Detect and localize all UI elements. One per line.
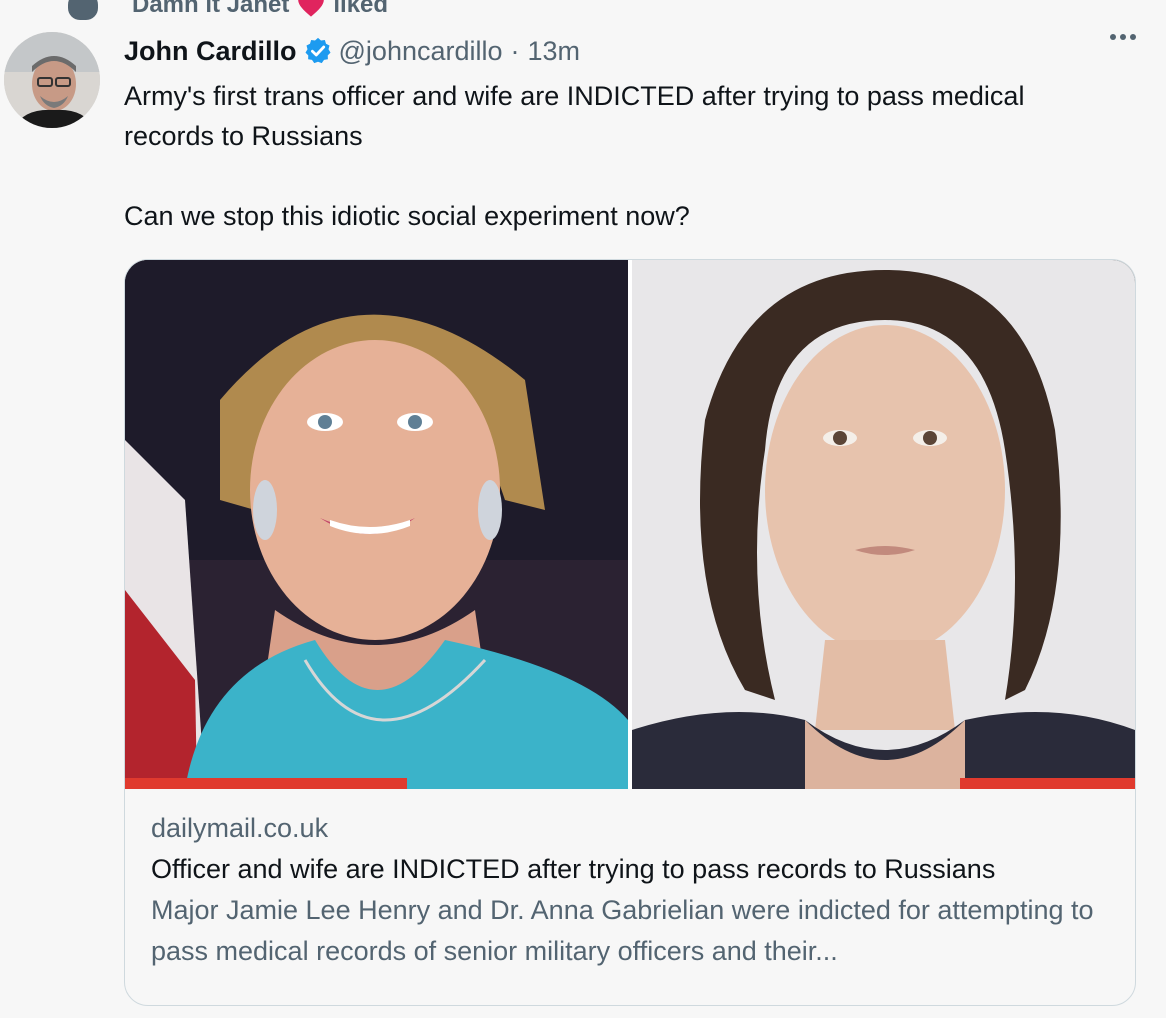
tweet-text: Army's first trans officer and wife are …	[124, 81, 1025, 231]
card-domain: dailymail.co.uk	[151, 813, 329, 843]
profile-pin-icon	[68, 0, 98, 20]
author-name[interactable]: John Cardillo	[124, 36, 297, 67]
author-avatar[interactable]	[4, 32, 100, 128]
link-card[interactable]: dailymail.co.uk Officer and wife are IND…	[124, 259, 1136, 1006]
author-handle[interactable]: @johncardillo	[339, 36, 503, 67]
card-title: Officer and wife are INDICTED after tryi…	[151, 854, 996, 884]
verified-badge-icon	[305, 37, 331, 64]
tweet-container[interactable]: Damn it Janet liked John Cardillo @johnc…	[0, 0, 1166, 1018]
social-context: Damn it Janet liked	[68, 0, 388, 20]
social-context-actor[interactable]: Damn it Janet	[132, 0, 289, 19]
social-context-action: liked	[333, 0, 389, 18]
header-separator: ·	[510, 35, 520, 66]
tweet-header: John Cardillo @johncardillo · 13m	[124, 30, 1136, 72]
card-info: dailymail.co.uk Officer and wife are IND…	[151, 808, 1115, 972]
more-horizontal-icon[interactable]	[1110, 34, 1136, 40]
card-description: Major Jamie Lee Henry and Dr. Anna Gabri…	[151, 895, 1094, 966]
heart-icon	[297, 0, 325, 18]
card-image[interactable]	[125, 260, 1135, 789]
tweet-timestamp[interactable]: 13m	[528, 36, 581, 67]
